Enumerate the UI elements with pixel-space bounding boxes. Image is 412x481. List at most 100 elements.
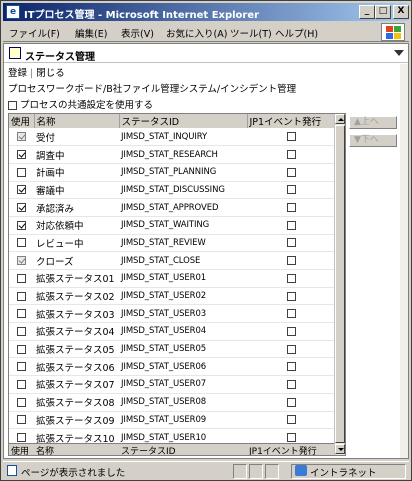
table-row: 拡張ステータス05 JIMSD_STAT_USER05 <box>9 340 335 359</box>
table-row: 調査中 JIMSD_STAT_RESEARCH <box>9 145 335 164</box>
scroll-down-button[interactable] <box>335 444 345 454</box>
table-row: レビュー中 JIMSD_STAT_REVIEW <box>9 234 335 253</box>
use-checkbox[interactable] <box>17 291 26 301</box>
use-checkbox[interactable] <box>17 362 26 372</box>
use-cell <box>9 304 34 324</box>
page-content: ステータス管理 登録 | 閉じる プロセスワークボード/B社ファイル管理システム/イ… <box>3 43 409 459</box>
footer-status-id: ステータスID <box>121 447 176 455</box>
status-id: JIMSD_STAT_USER07 <box>119 375 247 394</box>
collapse-arrow-icon[interactable] <box>394 50 404 56</box>
use-cell <box>9 128 34 147</box>
status-name: 拡張ステータス06 <box>34 357 119 377</box>
maximize-button[interactable]: □ <box>375 5 391 19</box>
menu-favorites[interactable]: お気に入り(A) <box>166 26 227 40</box>
jp1-event-checkbox[interactable] <box>286 273 296 283</box>
jp1-event-checkbox[interactable] <box>286 238 296 248</box>
table-scrollbar[interactable] <box>334 114 345 455</box>
status-id: JIMSD_STAT_REVIEW <box>119 234 247 253</box>
register-link[interactable]: 登録 <box>8 65 27 79</box>
close-button[interactable]: X <box>393 5 409 19</box>
table-header-row: 使用 名称 ステータスID JP1イベント発行 <box>9 114 336 128</box>
table-row: 拡張ステータス01 JIMSD_STAT_USER01 <box>9 269 335 288</box>
jp1-event-checkbox[interactable] <box>286 203 296 213</box>
table-row: 審議中 JIMSD_STAT_DISCUSSING <box>9 181 335 200</box>
menu-tools[interactable]: ツール(T) <box>230 26 272 40</box>
jp1-event-checkbox[interactable] <box>286 185 296 195</box>
use-checkbox[interactable] <box>17 415 26 425</box>
status-pane-1 <box>233 464 247 479</box>
status-pane-3 <box>265 464 279 479</box>
minimize-button[interactable]: _ <box>359 5 375 19</box>
menu-view[interactable]: 表示(V) <box>121 26 154 40</box>
jp1-event-checkbox[interactable] <box>286 379 296 389</box>
use-cell <box>9 145 34 164</box>
status-name: クローズ <box>34 251 119 270</box>
use-cell <box>9 287 34 306</box>
windows-logo-icon <box>381 23 405 41</box>
jp1-event-checkbox[interactable] <box>286 150 296 160</box>
common-setting-checkbox[interactable] <box>8 101 17 110</box>
jp1-event-checkbox[interactable] <box>286 415 296 425</box>
use-checkbox[interactable] <box>17 220 26 230</box>
jp1-event-checkbox[interactable] <box>286 167 296 177</box>
jp1-event-checkbox[interactable] <box>286 433 296 443</box>
menu-help[interactable]: ヘルプ(H) <box>275 26 318 40</box>
jp1-event-checkbox[interactable] <box>286 344 296 354</box>
use-checkbox[interactable] <box>17 309 26 319</box>
table-row: 拡張ステータス07 JIMSD_STAT_USER07 <box>9 375 335 394</box>
table-row: 拡張ステータス03 JIMSD_STAT_USER03 <box>9 304 335 324</box>
menu-edit[interactable]: 編集(E) <box>75 26 107 40</box>
jp1-event-checkbox[interactable] <box>286 291 296 301</box>
footer-use: 使用 <box>11 447 30 455</box>
jp1-event-checkbox[interactable] <box>286 132 296 142</box>
status-id: JIMSD_STAT_USER09 <box>119 411 247 430</box>
use-checkbox[interactable] <box>17 150 26 160</box>
jp1-event-checkbox[interactable] <box>286 397 296 407</box>
use-checkbox[interactable] <box>17 167 26 177</box>
jp1-cell <box>247 181 335 200</box>
link-separator: | <box>30 68 34 79</box>
status-name: 計画中 <box>34 163 119 182</box>
use-checkbox[interactable] <box>17 203 26 213</box>
move-down-button[interactable]: ▼下へ <box>349 134 397 147</box>
page-scrollbar[interactable] <box>400 64 408 458</box>
scroll-up-button[interactable] <box>335 114 345 124</box>
jp1-event-checkbox[interactable] <box>286 256 296 266</box>
jp1-cell <box>247 145 335 164</box>
use-checkbox <box>17 132 26 142</box>
use-checkbox[interactable] <box>17 185 26 195</box>
common-setting-option[interactable]: プロセスの共通設定を使用する <box>8 97 153 111</box>
use-checkbox[interactable] <box>17 433 26 443</box>
status-name: 対応依頼中 <box>34 216 119 235</box>
table-row: クローズ JIMSD_STAT_CLOSE <box>9 251 335 270</box>
use-checkbox[interactable] <box>17 238 26 248</box>
jp1-event-checkbox[interactable] <box>286 326 296 336</box>
use-checkbox[interactable] <box>17 397 26 407</box>
jp1-cell <box>247 393 335 412</box>
jp1-cell <box>247 322 335 341</box>
table-row: 拡張ステータス09 JIMSD_STAT_USER09 <box>9 411 335 430</box>
status-name: 拡張ステータス01 <box>34 269 119 288</box>
use-checkbox[interactable] <box>17 273 26 283</box>
use-cell <box>9 251 34 270</box>
use-checkbox[interactable] <box>17 326 26 336</box>
jp1-event-checkbox[interactable] <box>286 362 296 372</box>
use-checkbox[interactable] <box>17 344 26 354</box>
menu-file[interactable]: ファイル(F) <box>9 26 60 40</box>
table-row: 拡張ステータス08 JIMSD_STAT_USER08 <box>9 393 335 412</box>
page-header: ステータス管理 <box>4 44 408 63</box>
table-row: 計画中 JIMSD_STAT_PLANNING <box>9 163 335 182</box>
status-name: 拡張ステータス04 <box>34 322 119 341</box>
jp1-cell <box>247 357 335 377</box>
table-row: 対応依頼中 JIMSD_STAT_WAITING <box>9 216 335 235</box>
close-link[interactable]: 閉じる <box>36 65 65 79</box>
status-id: JIMSD_STAT_CLOSE <box>119 251 247 270</box>
status-management-icon <box>9 47 21 59</box>
use-checkbox[interactable] <box>17 379 26 389</box>
scroll-thumb[interactable] <box>335 125 345 443</box>
move-up-button[interactable]: ▲上へ <box>349 116 397 129</box>
header-status-id: ステータスID <box>119 114 248 128</box>
jp1-event-checkbox[interactable] <box>286 309 296 319</box>
status-id: JIMSD_STAT_USER05 <box>119 340 247 359</box>
jp1-event-checkbox[interactable] <box>286 220 296 230</box>
